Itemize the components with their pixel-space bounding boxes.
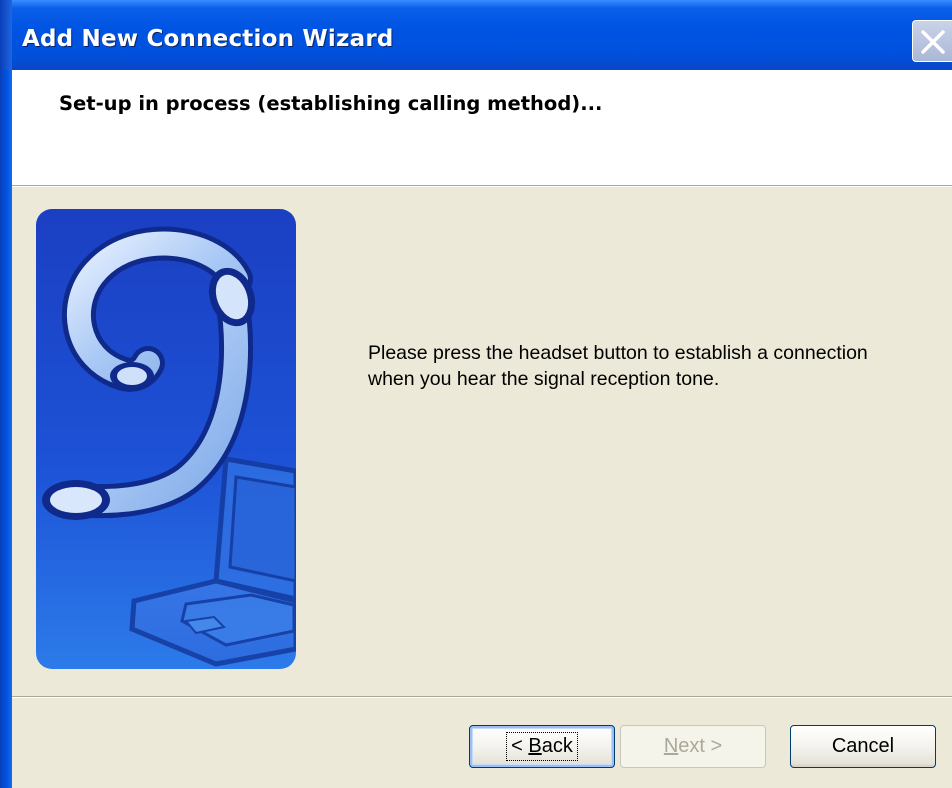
back-rest: ack bbox=[541, 735, 573, 757]
next-button-label: Next > bbox=[660, 733, 726, 760]
headset-laptop-illustration bbox=[36, 209, 296, 669]
back-accel: B bbox=[528, 735, 542, 757]
headset-icon bbox=[36, 209, 296, 669]
back-button-label: < Back bbox=[506, 732, 578, 761]
cancel-button[interactable]: Cancel bbox=[790, 725, 936, 768]
next-rest: ext > bbox=[678, 735, 723, 757]
window-frame-left bbox=[0, 70, 12, 788]
next-button[interactable]: Next > bbox=[620, 725, 766, 768]
title-bar-edge bbox=[0, 0, 12, 70]
wizard-header: Set-up in process (establishing calling … bbox=[12, 70, 952, 185]
window-title: Add New Connection Wizard bbox=[22, 26, 394, 52]
title-bar[interactable]: Add New Connection Wizard bbox=[0, 0, 952, 70]
instruction-text: Please press the headset button to estab… bbox=[368, 340, 938, 392]
wizard-window: Add New Connection Wizard Set-up in proc… bbox=[0, 0, 952, 788]
header-divider bbox=[12, 185, 952, 187]
close-button[interactable] bbox=[912, 20, 952, 62]
page-title: Set-up in process (establishing calling … bbox=[59, 92, 603, 115]
close-icon bbox=[921, 30, 945, 54]
back-button[interactable]: < Back bbox=[469, 725, 615, 768]
instruction-line-1: Please press the headset button to estab… bbox=[368, 342, 868, 364]
cancel-button-label: Cancel bbox=[831, 735, 895, 757]
next-accel: N bbox=[663, 735, 679, 757]
footer-divider bbox=[12, 696, 952, 698]
back-prefix: < bbox=[511, 735, 529, 757]
instruction-line-2: when you hear the signal reception tone. bbox=[368, 368, 720, 390]
